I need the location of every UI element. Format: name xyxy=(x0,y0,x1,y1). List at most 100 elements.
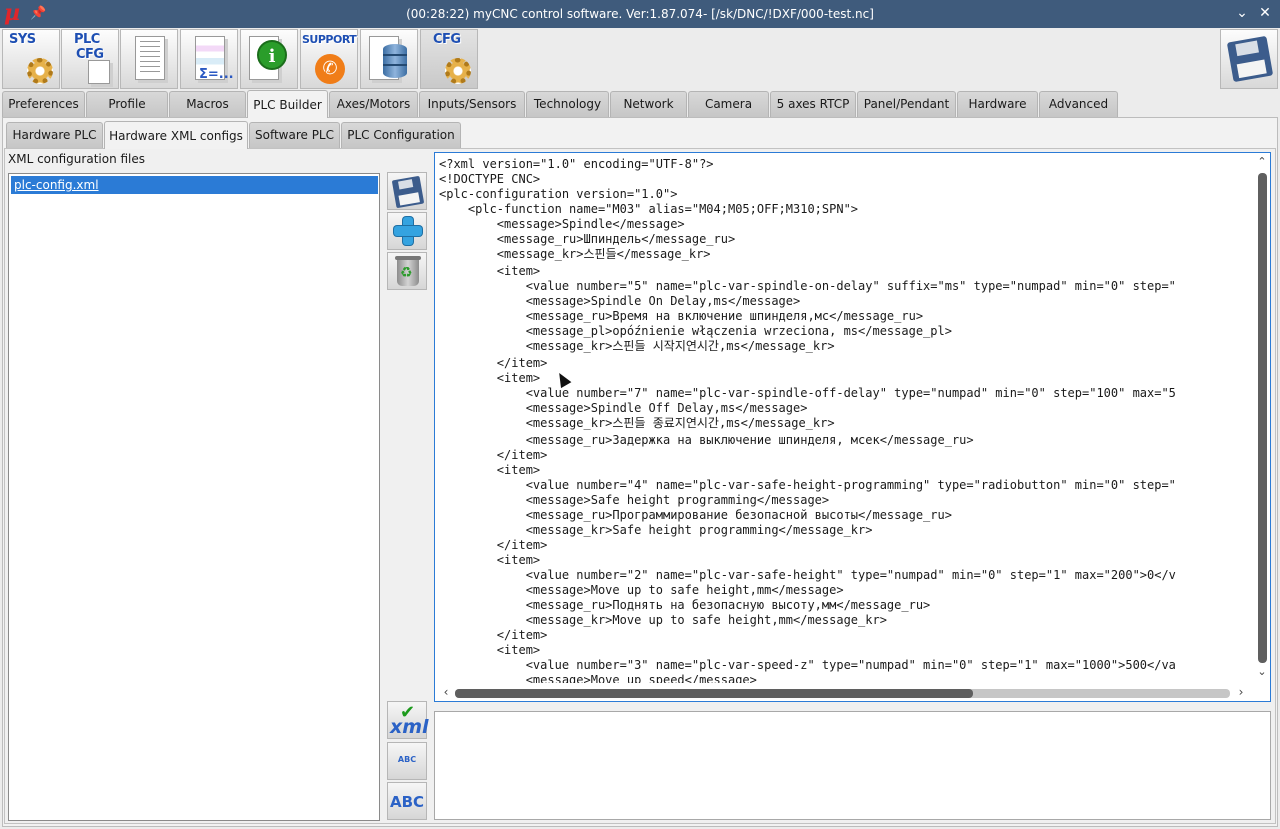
trash-icon xyxy=(395,256,421,286)
scroll-left-icon[interactable]: ‹ xyxy=(439,685,453,699)
tab-software-plc[interactable]: Software PLC xyxy=(249,122,340,148)
code-line: <message>Move up speed</message> xyxy=(439,673,757,683)
tab-advanced[interactable]: Advanced xyxy=(1039,91,1118,117)
code-line: <!DOCTYPE CNC> xyxy=(439,172,541,186)
document-icon xyxy=(88,60,110,84)
code-line: <item> xyxy=(439,264,541,278)
code-line: </item> xyxy=(439,538,548,552)
info-button[interactable]: i xyxy=(240,29,298,89)
code-line: <message_ru>Время на включение шпинделя,… xyxy=(439,309,924,323)
horizontal-scrollbar[interactable]: ‹ › xyxy=(435,683,1270,701)
abc-small-label: ABC xyxy=(397,755,417,764)
sys-settings-button[interactable]: SYS xyxy=(2,29,60,89)
code-line: <message_ru>Программирование безопасной … xyxy=(439,508,952,522)
code-line: <plc-configuration version="1.0"> xyxy=(439,187,678,201)
code-line: <message_ru>Шпиндель</message_ru> xyxy=(439,232,736,246)
tab-panel-pendant[interactable]: Panel/Pendant xyxy=(857,91,956,117)
tab-plc-configuration[interactable]: PLC Configuration xyxy=(341,122,461,148)
code-line: <value number="7" name="plc-var-spindle-… xyxy=(439,386,1176,400)
xml-check-icon: ✔ xml xyxy=(390,702,429,738)
horizontal-scroll-track[interactable] xyxy=(455,689,1230,698)
code-line: <message>Spindle Off Delay,ms</message> xyxy=(439,401,808,415)
xml-file-list[interactable]: plc-config.xml xyxy=(8,173,380,821)
code-line: <message_kr>Safe height programming</mes… xyxy=(439,523,873,537)
tab-camera[interactable]: Camera xyxy=(688,91,769,117)
code-line: <message_kr>Move up to safe height,mm</m… xyxy=(439,613,887,627)
code-line: <message>Spindle On Delay,ms</message> xyxy=(439,294,801,308)
scroll-up-icon[interactable]: ⌃ xyxy=(1254,155,1270,169)
code-line: <value number="2" name="plc-var-safe-hei… xyxy=(439,568,1176,582)
tab-plc-builder[interactable]: PLC Builder xyxy=(247,90,328,118)
list-item[interactable]: plc-config.xml xyxy=(11,176,378,194)
scroll-right-icon[interactable]: › xyxy=(1234,685,1248,699)
sigma-label: Σ=... xyxy=(199,67,234,82)
document-icon xyxy=(135,36,165,80)
code-line: <message_ru>Поднять на безопасную высоту… xyxy=(439,598,931,612)
spellcheck-small-button[interactable]: ABC xyxy=(387,742,427,780)
file-name: plc-config.xml xyxy=(14,178,99,192)
code-line: <message>Spindle</message> xyxy=(439,217,685,231)
tab-profile[interactable]: Profile xyxy=(86,91,168,117)
code-line: <message_ru>Задержка на выключение шпинд… xyxy=(439,433,974,447)
code-line: <?xml version="1.0" encoding="UTF-8"?> xyxy=(439,157,714,171)
vertical-scroll-thumb[interactable] xyxy=(1258,173,1267,663)
sys-label: SYS xyxy=(9,32,36,47)
gear-icon xyxy=(445,58,471,84)
support-label: SUPPORT xyxy=(302,33,357,46)
main-toolbar: SYS PLC CFG Σ=... i SUPPORT ✆ CFG xyxy=(0,28,1280,90)
code-line: <value number="3" name="plc-var-speed-z"… xyxy=(439,658,1176,672)
gear-icon xyxy=(27,58,53,84)
vertical-scrollbar[interactable]: ⌃ ⌄ xyxy=(1254,153,1270,685)
add-file-button[interactable] xyxy=(387,212,427,250)
abc-big-label: ABC xyxy=(389,793,425,811)
xml-files-label: XML configuration files xyxy=(8,152,146,166)
tab-hardware-xml-configs[interactable]: Hardware XML configs xyxy=(104,121,248,149)
floppy-disk-icon xyxy=(1226,35,1274,83)
code-line: <message>Safe height programming</messag… xyxy=(439,493,830,507)
code-line: <item> xyxy=(439,643,541,657)
tab-macros[interactable]: Macros xyxy=(169,91,246,117)
code-line: <plc-function name="M03" alias="M04;M05;… xyxy=(439,202,859,216)
support-button[interactable]: SUPPORT ✆ xyxy=(300,29,358,89)
code-line: <message_kr>스핀들</message_kr> xyxy=(439,247,711,261)
scroll-down-icon[interactable]: ⌄ xyxy=(1254,665,1270,679)
tab-technology[interactable]: Technology xyxy=(526,91,609,117)
tab-preferences[interactable]: Preferences xyxy=(2,91,85,117)
tab-axes-motors[interactable]: Axes/Motors xyxy=(329,91,418,117)
tab-inputs-sensors[interactable]: Inputs/Sensors xyxy=(419,91,525,117)
close-icon[interactable]: ✕ xyxy=(1257,5,1273,21)
xml-editor[interactable]: <?xml version="1.0" encoding="UTF-8"?> <!… xyxy=(434,152,1271,702)
floppy-disk-icon xyxy=(391,175,425,209)
save-file-button[interactable] xyxy=(387,172,427,210)
code-line: <item> xyxy=(439,463,541,477)
code-line: </item> xyxy=(439,356,548,370)
plc-label: PLC xyxy=(74,32,100,47)
tab-hardware[interactable]: Hardware xyxy=(957,91,1038,117)
code-line: <message_kr>스핀들 종료지연시간,ms</message_kr> xyxy=(439,416,835,430)
document-button[interactable] xyxy=(120,29,178,89)
xml-label: xml xyxy=(390,716,429,738)
code-line: </item> xyxy=(439,628,548,642)
tab-hardware-plc[interactable]: Hardware PLC xyxy=(6,122,103,148)
spellcheck-big-button[interactable]: ABC xyxy=(387,782,427,820)
horizontal-scroll-thumb[interactable] xyxy=(455,689,973,698)
cfg-label: CFG xyxy=(433,32,461,47)
delete-file-button[interactable] xyxy=(387,252,427,290)
plc-cfg-button[interactable]: PLC CFG xyxy=(61,29,119,89)
save-all-button[interactable] xyxy=(1220,29,1278,89)
validate-xml-button[interactable]: ✔ xml xyxy=(387,701,429,739)
code-line: <message_kr>스핀들 시작지연시간,ms</message_kr> xyxy=(439,339,835,353)
code-line: <item> xyxy=(439,553,541,567)
plus-icon xyxy=(394,217,422,245)
info-icon: i xyxy=(257,40,287,70)
tab-5-axes-rtcp[interactable]: 5 axes RTCP xyxy=(770,91,856,117)
xml-code-text[interactable]: <?xml version="1.0" encoding="UTF-8"?> <!… xyxy=(439,157,1253,683)
cfg-button[interactable]: CFG xyxy=(420,29,478,89)
phone-icon: ✆ xyxy=(315,54,345,84)
code-line: <message_pl>opóźnienie włączenia wrzecio… xyxy=(439,324,952,338)
formula-button[interactable]: Σ=... xyxy=(180,29,238,89)
minimize-chevron-icon[interactable]: ⌄ xyxy=(1234,5,1250,21)
database-button[interactable] xyxy=(360,29,418,89)
validation-output[interactable] xyxy=(434,711,1271,820)
tab-network[interactable]: Network xyxy=(610,91,687,117)
